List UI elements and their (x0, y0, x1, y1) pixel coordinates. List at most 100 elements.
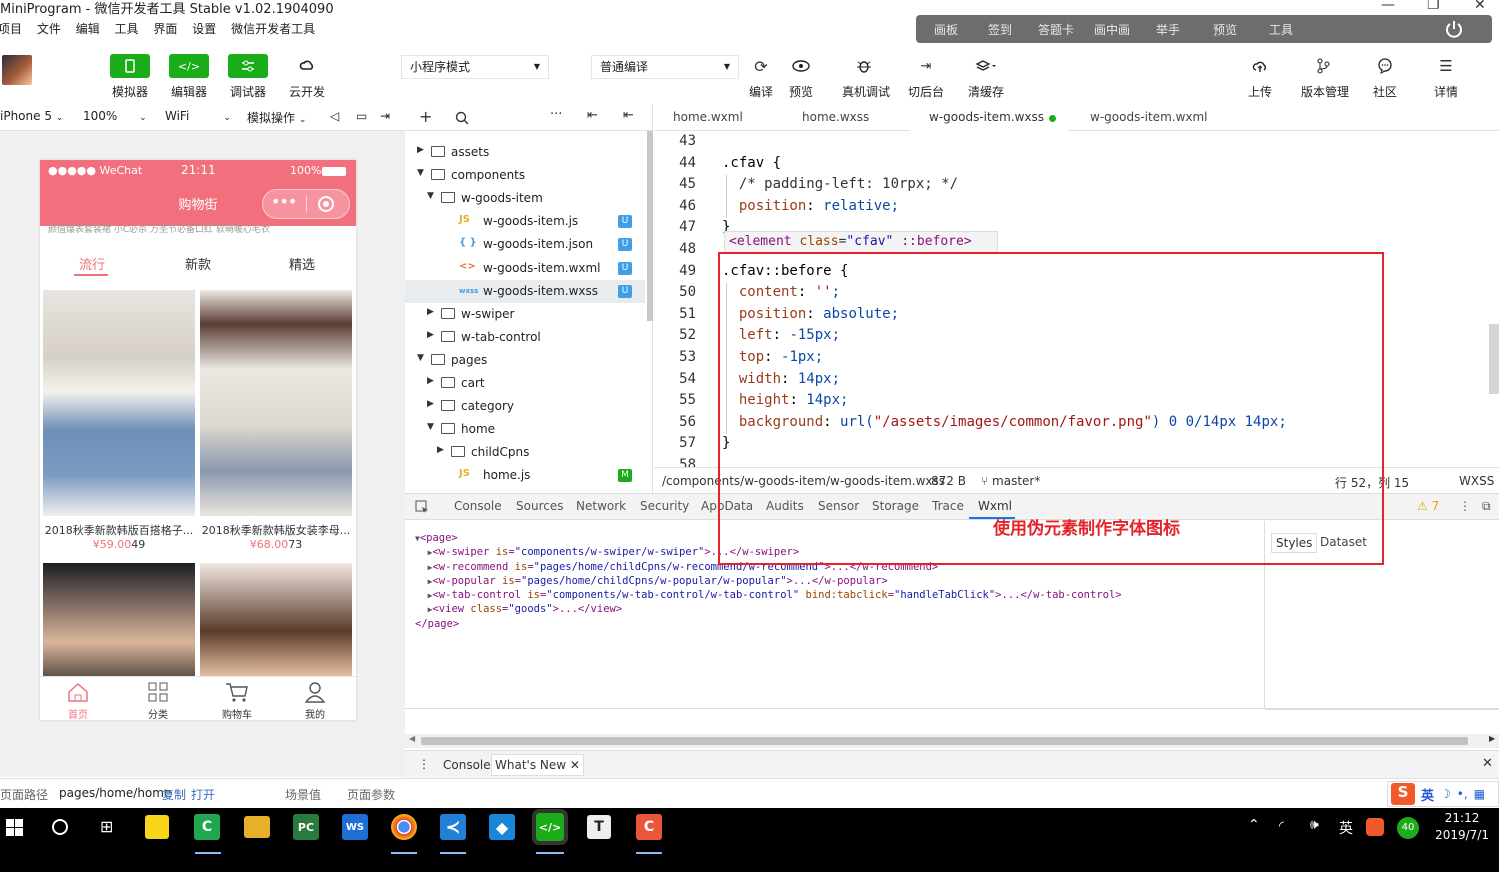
tab-selected[interactable]: 精选 (262, 254, 342, 273)
chevron-right-icon[interactable]: ▶ (427, 399, 434, 409)
debugger-toggle-button[interactable]: 调试器 (226, 54, 270, 100)
warning-count[interactable]: ⚠ 7 (1417, 499, 1439, 513)
devtools-tab-security[interactable]: Security (640, 499, 689, 513)
tab-w-goods-item-wxml[interactable]: w-goods-item.wxml (1090, 110, 1208, 124)
mode-select[interactable]: 小程序模式 ▼ (401, 55, 549, 79)
sim-ops-select[interactable]: 模拟操作 ⌄ (247, 109, 306, 126)
chevron-down-icon[interactable]: ▼ (427, 191, 434, 201)
version-control-button[interactable]: 版本管理 (1301, 54, 1349, 100)
camtasia-icon[interactable]: C (194, 814, 220, 840)
menu-edit[interactable]: 编辑 (76, 18, 100, 40)
scene-value[interactable]: 场景值 (285, 786, 321, 803)
cloud-dev-button[interactable]: 云开发 (285, 54, 329, 100)
app-icon[interactable]: ◆ (489, 814, 515, 840)
collapse-icon[interactable]: ⇤ (587, 108, 598, 123)
more-vert-icon[interactable]: ⋮ (418, 757, 430, 771)
tab-home-wxss[interactable]: home.wxss (802, 110, 869, 124)
editor-toggle-button[interactable]: </> 编辑器 (167, 54, 211, 100)
volume-icon[interactable]: 🕪 (1310, 817, 1319, 833)
chevron-right-icon[interactable]: ▶ (427, 376, 434, 386)
wxml-node[interactable]: ▶<w-tab-control is="components/w-tab-con… (415, 588, 1122, 602)
chevron-right-icon[interactable]: ▶ (427, 307, 434, 317)
recorder-whiteboard[interactable]: 画板 (934, 21, 958, 38)
tabbar-home[interactable]: 首页 (48, 681, 108, 720)
chevron-right-icon[interactable]: ▶ (427, 330, 434, 340)
search-icon[interactable] (455, 111, 469, 125)
chevron-right-icon[interactable]: ▶ (437, 445, 444, 455)
folder-item[interactable]: ▶ w-swiper (405, 303, 645, 326)
drawer-tab-console[interactable]: Console (443, 758, 491, 772)
goods-item[interactable]: 2018秋季新款韩版百搭格子... ¥59.0049 (43, 290, 195, 551)
compile-button[interactable]: ⟳ 编译 (739, 54, 783, 100)
volume-icon[interactable]: ◁ (330, 109, 339, 123)
close-button[interactable]: ✕ (1474, 0, 1486, 13)
tabbar-profile[interactable]: 我的 (285, 681, 345, 720)
chrome-icon[interactable] (391, 814, 417, 840)
add-icon[interactable]: + (419, 107, 432, 126)
menu-settings[interactable]: 设置 (192, 18, 216, 40)
community-button[interactable]: 社区 (1363, 54, 1407, 100)
devtools-tab-network[interactable]: Network (576, 499, 626, 513)
ime-indicator[interactable]: 英 (1339, 818, 1353, 838)
folder-item[interactable]: ▼ w-goods-item (405, 187, 645, 210)
remote-debug-button[interactable]: 真机调试 (842, 54, 890, 100)
menu-file[interactable]: 文件 (37, 18, 61, 40)
folder-item[interactable]: ▶ childCpns (405, 441, 645, 464)
devtools-tab-sources[interactable]: Sources (516, 499, 563, 513)
phone-simulator[interactable]: ●●●●● WeChat 21:11 100% 购物街 ••• 颜值爆表套装裙 … (40, 160, 356, 720)
compile-mode-select[interactable]: 普通编译 ▼ (591, 55, 739, 79)
network-icon[interactable]: ◜ (1279, 819, 1284, 834)
task-view-icon[interactable]: ⊞ (100, 817, 113, 836)
file-item[interactable]: wxss w-goods-item.wxss U (405, 279, 645, 303)
file-item[interactable]: JS w-goods-item.js U (405, 210, 645, 233)
menu-interface[interactable]: 界面 (153, 18, 177, 40)
tabbar-category[interactable]: 分类 (128, 681, 188, 720)
detach-icon[interactable]: ⇥ (380, 109, 390, 123)
chevron-up-icon[interactable]: ⌃ (1248, 817, 1260, 833)
code-line[interactable]: /* padding-left: 10rpx; */ (722, 176, 958, 192)
dock-icon[interactable]: ⧉ (1482, 499, 1491, 514)
tab-w-goods-item-wxss[interactable]: w-goods-item.wxss (929, 110, 1044, 124)
menu-tools[interactable]: 工具 (115, 18, 139, 40)
menu-project[interactable]: 项目 (0, 18, 22, 40)
chevron-down-icon[interactable]: ▼ (417, 168, 424, 178)
recorder-preview[interactable]: 预览 (1213, 21, 1237, 38)
recorder-icon[interactable]: C (636, 814, 662, 840)
language-mode[interactable]: WXSS (1459, 474, 1494, 488)
inspect-icon[interactable] (415, 500, 429, 514)
preview-button[interactable]: 预览 (779, 54, 823, 100)
restore-button[interactable]: ❐ (1427, 0, 1440, 13)
details-button[interactable]: ☰ 详情 (1424, 54, 1468, 100)
wps-icon[interactable]: WS (342, 814, 368, 840)
code-line[interactable]: position: relative; (722, 198, 899, 214)
recorder-checkin[interactable]: 签到 (988, 21, 1012, 38)
background-switch-button[interactable]: ⇥ 切后台 (904, 54, 948, 100)
device-select[interactable]: iPhone 5 ⌄ (0, 109, 63, 123)
clock[interactable]: 21:12 2019/7/1 (1435, 810, 1489, 844)
open-link[interactable]: 打开 (191, 786, 215, 803)
tab-new[interactable]: 新款 (158, 254, 238, 273)
code-line[interactable]: .cfav { (722, 155, 781, 171)
copy-link[interactable]: 复制 (162, 786, 186, 803)
editor-scrollbar[interactable] (1489, 324, 1499, 394)
wxml-node[interactable]: </page> (415, 617, 1122, 631)
more-icon[interactable]: ••• (271, 192, 297, 211)
zoom-select[interactable]: 100% ⌄ (83, 109, 147, 123)
ime-toolbar[interactable]: S 英 ☽ •, ▦ (1387, 781, 1499, 807)
vscode-icon[interactable]: ≺ (440, 814, 466, 840)
wxml-node[interactable]: ▶<w-popular is="pages/home/childCpns/w-p… (415, 574, 1122, 588)
toggle-panel-icon[interactable]: ⇤ (623, 108, 634, 123)
typora-icon[interactable]: T (587, 815, 611, 839)
folder-item[interactable]: ▶ w-tab-control (405, 326, 645, 349)
file-item[interactable]: JS home.js M (405, 464, 645, 487)
chevron-down-icon[interactable]: ▼ (417, 353, 424, 363)
sticky-notes-icon[interactable] (145, 815, 169, 839)
pycharm-icon[interactable]: PC (293, 814, 319, 840)
file-explorer-icon[interactable] (244, 816, 270, 838)
search-icon[interactable] (52, 819, 68, 835)
folder-item[interactable]: ▼ home (405, 418, 645, 441)
windows-icon[interactable] (6, 819, 23, 836)
folder-item[interactable]: ▶ cart (405, 372, 645, 395)
goods-item[interactable]: 2018秋季新款韩版女装李母... ¥68.0073 (200, 290, 352, 551)
close-drawer-icon[interactable]: ✕ (1482, 756, 1493, 771)
